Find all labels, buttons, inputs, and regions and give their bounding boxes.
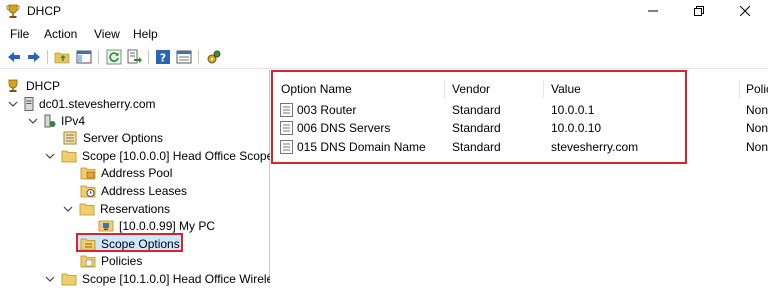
tree-node-server-options[interactable]: Server Options [62,129,163,147]
column-divider[interactable] [739,80,740,98]
tree-node-dhcp[interactable]: DHCP [5,77,60,95]
close-button[interactable] [722,0,768,22]
tree-node-label: Address Pool [101,166,173,180]
chevron-down-icon[interactable] [63,204,73,214]
tree-node-address-leases[interactable]: Address Leases [80,182,187,200]
tree-node-server[interactable]: dc01.stevesherry.com [8,95,156,113]
annotation-highlight-box [76,233,183,252]
menu-action[interactable]: Action [44,27,77,41]
dhcp-trophy-icon [6,4,20,18]
forward-arrow-icon[interactable] [26,49,42,65]
policy-cell: None [746,140,768,154]
chevron-down-icon[interactable] [28,116,38,126]
tree-node-label: IPv4 [61,114,86,128]
minimize-button[interactable] [630,0,676,22]
policy-cell: None [746,121,768,135]
options-icon [63,131,77,145]
address-leases-icon [80,185,96,198]
show-hide-tree-icon[interactable] [76,49,92,65]
tree-node-address-pool[interactable]: Address Pool [80,164,172,182]
tree-node-label: [10.0.0.99] My PC [119,219,216,233]
menu-file[interactable]: File [10,27,29,41]
refresh-icon[interactable] [106,49,122,65]
help-icon[interactable]: ? [155,49,171,65]
ipv4-icon [44,114,56,128]
folder-icon [61,273,77,286]
restore-icon [694,6,704,16]
address-pool-icon [80,167,96,180]
minimize-icon [648,10,658,12]
column-header-policy-name[interactable]: Policy Name [746,82,768,96]
tree-node-label: Server Options [83,131,164,145]
annotation-highlight-box [271,70,687,164]
close-icon [740,6,750,16]
tree-node-reservations[interactable]: Reservations [63,200,170,218]
menu-bar: File Action View Help [0,24,768,44]
toolbar: ? [0,46,768,69]
dhcp-trophy-icon [8,79,18,92]
up-folder-icon[interactable] [54,49,70,65]
tree-node-label: dc01.stevesherry.com [39,97,156,111]
properties-icon[interactable] [176,49,192,65]
tree-node-label: Address Leases [101,184,188,198]
tree-node-label: DHCP [26,79,61,93]
tree-node-scope-head-office[interactable]: Scope [10.0.0.0] Head Office Scope [45,147,273,165]
policies-icon [80,255,96,268]
server-configure-icon[interactable] [206,49,222,65]
chevron-down-icon[interactable] [8,99,18,109]
reservation-computer-icon [98,220,114,232]
folder-icon [61,150,77,163]
folder-icon [79,203,95,216]
tree-node-label: Policies [101,254,143,268]
window-title: DHCP [27,4,62,18]
toolbar-separator [98,50,99,64]
svg-text:?: ? [160,52,166,65]
back-arrow-icon[interactable] [6,49,22,65]
toolbar-separator [47,50,48,64]
toolbar-separator [148,50,149,64]
chevron-down-icon[interactable] [45,151,55,161]
server-icon [24,97,34,111]
menu-view[interactable]: View [94,27,120,41]
toolbar-separator [198,50,199,64]
menu-help[interactable]: Help [133,27,158,41]
export-list-icon[interactable] [126,49,142,65]
tree-node-ipv4[interactable]: IPv4 [28,112,85,130]
tree-node-label: Reservations [100,202,171,216]
tree-node-policies[interactable]: Policies [80,252,142,270]
title-bar: DHCP [0,0,768,22]
tree-node-label: Scope [10.1.0.0] Head Office Wireless [82,272,270,286]
restore-button[interactable] [676,0,722,22]
tree-node-label: Scope [10.0.0.0] Head Office Scope [82,149,274,163]
policy-cell: None [746,103,768,117]
tree-node-scope-wireless[interactable]: Scope [10.1.0.0] Head Office Wireless [45,270,270,288]
chevron-down-icon[interactable] [45,274,55,284]
